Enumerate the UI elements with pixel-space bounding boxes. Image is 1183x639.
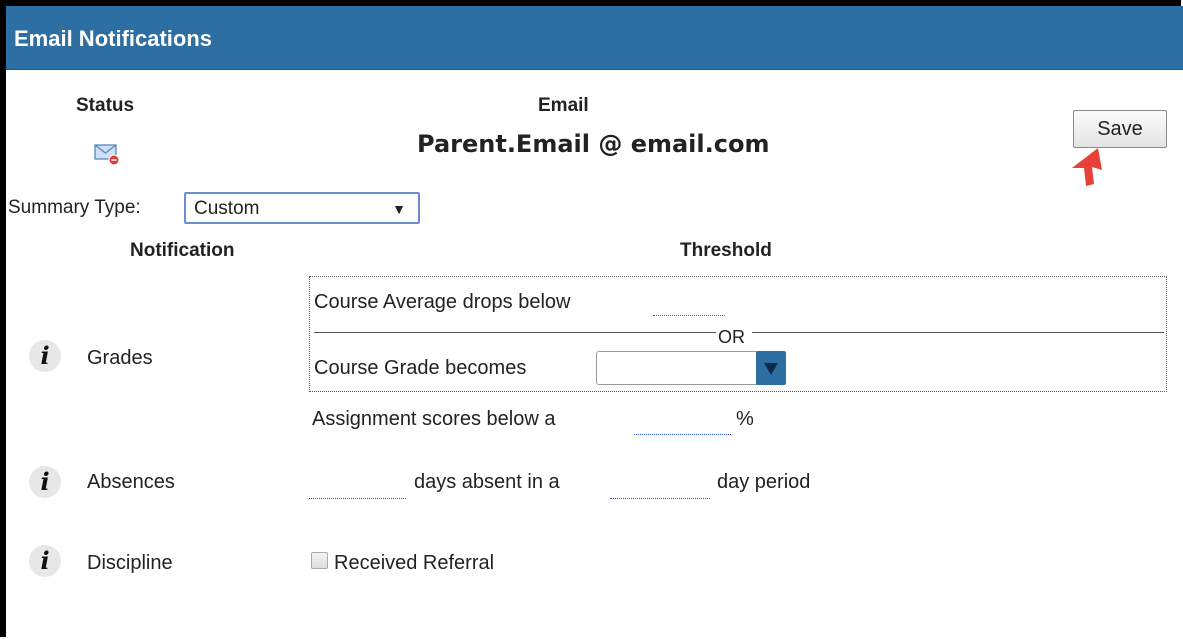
status-label: Status	[76, 95, 135, 116]
pointer-arrow-icon	[1068, 146, 1108, 188]
notification-column-header: Notification	[130, 240, 235, 261]
days-absent-text: days absent in a	[414, 471, 560, 493]
summary-type-label: Summary Type:	[8, 197, 141, 218]
assignment-scores-text: Assignment scores below a	[312, 408, 556, 430]
discipline-info-icon[interactable]: i	[29, 545, 61, 577]
panel-header: Email Notifications	[6, 6, 1183, 70]
discipline-label: Discipline	[87, 552, 173, 574]
or-divider-left	[314, 332, 716, 333]
absences-label: Absences	[87, 471, 175, 493]
absences-info-icon[interactable]: i	[29, 466, 61, 498]
day-period-input[interactable]	[610, 471, 710, 499]
grades-info-icon[interactable]: i	[29, 340, 61, 372]
course-grade-text: Course Grade becomes	[314, 357, 527, 379]
email-label: Email	[538, 95, 589, 116]
percent-unit: %	[736, 408, 754, 430]
assignment-score-input[interactable]	[634, 408, 731, 435]
course-average-text: Course Average drops below	[314, 291, 571, 313]
course-average-input[interactable]	[653, 291, 725, 316]
received-referral-label[interactable]: Received Referral	[334, 552, 494, 575]
email-address: Parent.Email @ email.com	[417, 130, 770, 158]
course-grade-select[interactable]	[596, 351, 786, 385]
caret-down-icon: ▼	[392, 201, 406, 217]
threshold-column-header: Threshold	[680, 240, 772, 261]
dropdown-button-icon[interactable]	[756, 351, 786, 385]
grades-threshold-box: Course Average drops below OR Course Gra…	[309, 276, 1167, 392]
summary-type-value: Custom	[194, 198, 260, 219]
save-button[interactable]: Save	[1073, 110, 1167, 148]
days-absent-input[interactable]	[309, 471, 406, 499]
panel-title: Email Notifications	[14, 26, 213, 51]
day-period-text: day period	[717, 471, 811, 493]
summary-type-select[interactable]: Custom ▼	[184, 192, 420, 224]
grades-label: Grades	[87, 347, 153, 369]
or-divider-right	[752, 332, 1164, 333]
or-label: OR	[718, 327, 745, 347]
received-referral-checkbox[interactable]	[311, 552, 328, 569]
envelope-alert-icon	[94, 142, 120, 166]
